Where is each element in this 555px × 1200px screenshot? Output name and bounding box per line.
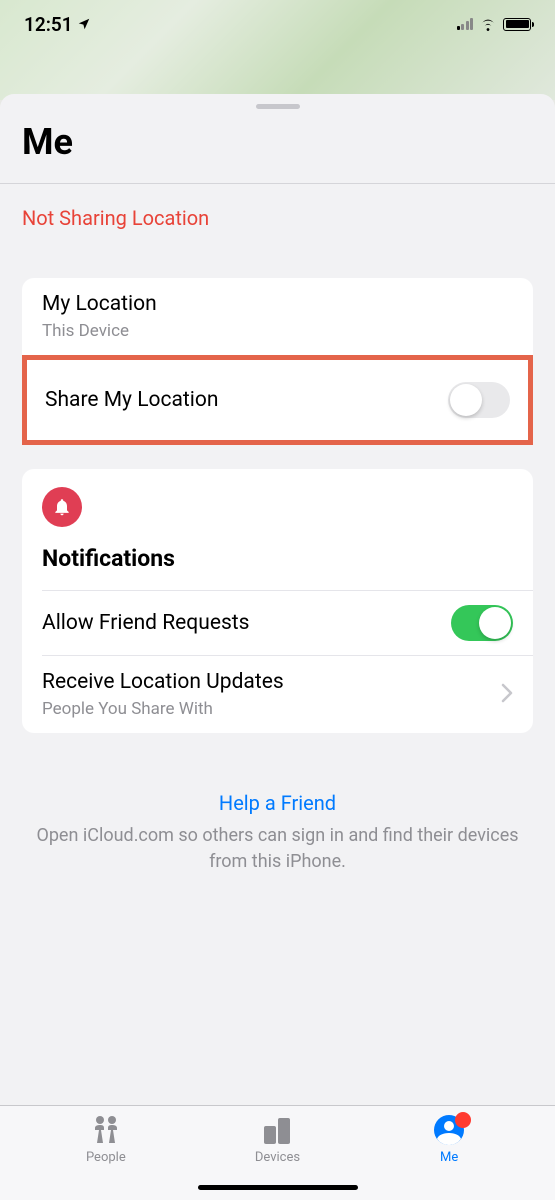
location-card: My Location This Device Share My Locatio… [22,278,533,445]
status-time-group: 12:51 [24,13,91,36]
allow-friend-requests-toggle[interactable] [451,605,513,641]
tab-label: Me [440,1150,458,1165]
people-icon [89,1114,123,1146]
location-arrow-icon [77,17,91,31]
status-time: 12:51 [24,13,73,36]
cellular-signal-icon [457,18,474,30]
bell-icon-wrap [22,469,533,527]
wifi-icon [479,18,497,31]
sharing-status-text: Not Sharing Location [0,184,555,240]
allow-friend-requests-row: Allow Friend Requests [22,591,533,655]
share-my-location-toggle[interactable] [448,382,510,418]
receive-location-updates-row[interactable]: Receive Location Updates People You Shar… [22,656,533,733]
tab-label: Devices [255,1150,300,1165]
receive-location-updates-title: Receive Location Updates [42,670,487,695]
devices-icon [262,1114,292,1146]
notifications-header: Notifications [22,527,533,590]
home-indicator[interactable] [198,1185,358,1190]
allow-friend-requests-title: Allow Friend Requests [42,611,250,636]
chevron-right-icon [501,681,513,709]
share-my-location-row: Share My Location [22,355,533,445]
my-location-row[interactable]: My Location This Device [22,278,533,355]
me-sheet: Me Not Sharing Location My Location This… [0,94,555,1200]
tab-people[interactable]: People [56,1114,156,1200]
my-location-subtitle: This Device [42,321,513,341]
status-bar: 12:51 [0,0,555,48]
notifications-card: Notifications Allow Friend Requests Rece… [22,469,533,733]
help-a-friend-link[interactable]: Help a Friend [30,791,525,815]
bell-icon [42,487,82,527]
tab-bar: People Devices Me [0,1105,555,1200]
battery-icon [503,18,531,31]
notification-badge [455,1112,471,1128]
tab-label: People [86,1150,126,1165]
receive-location-updates-subtitle: People You Share With [42,699,487,719]
sheet-title: Me [0,109,555,183]
help-a-friend-block: Help a Friend Open iCloud.com so others … [0,791,555,873]
status-indicators [457,18,532,31]
tab-me[interactable]: Me [399,1114,499,1200]
my-location-title: My Location [42,292,513,317]
help-a-friend-subtitle: Open iCloud.com so others can sign in an… [30,823,525,873]
share-my-location-title: Share My Location [45,388,218,413]
